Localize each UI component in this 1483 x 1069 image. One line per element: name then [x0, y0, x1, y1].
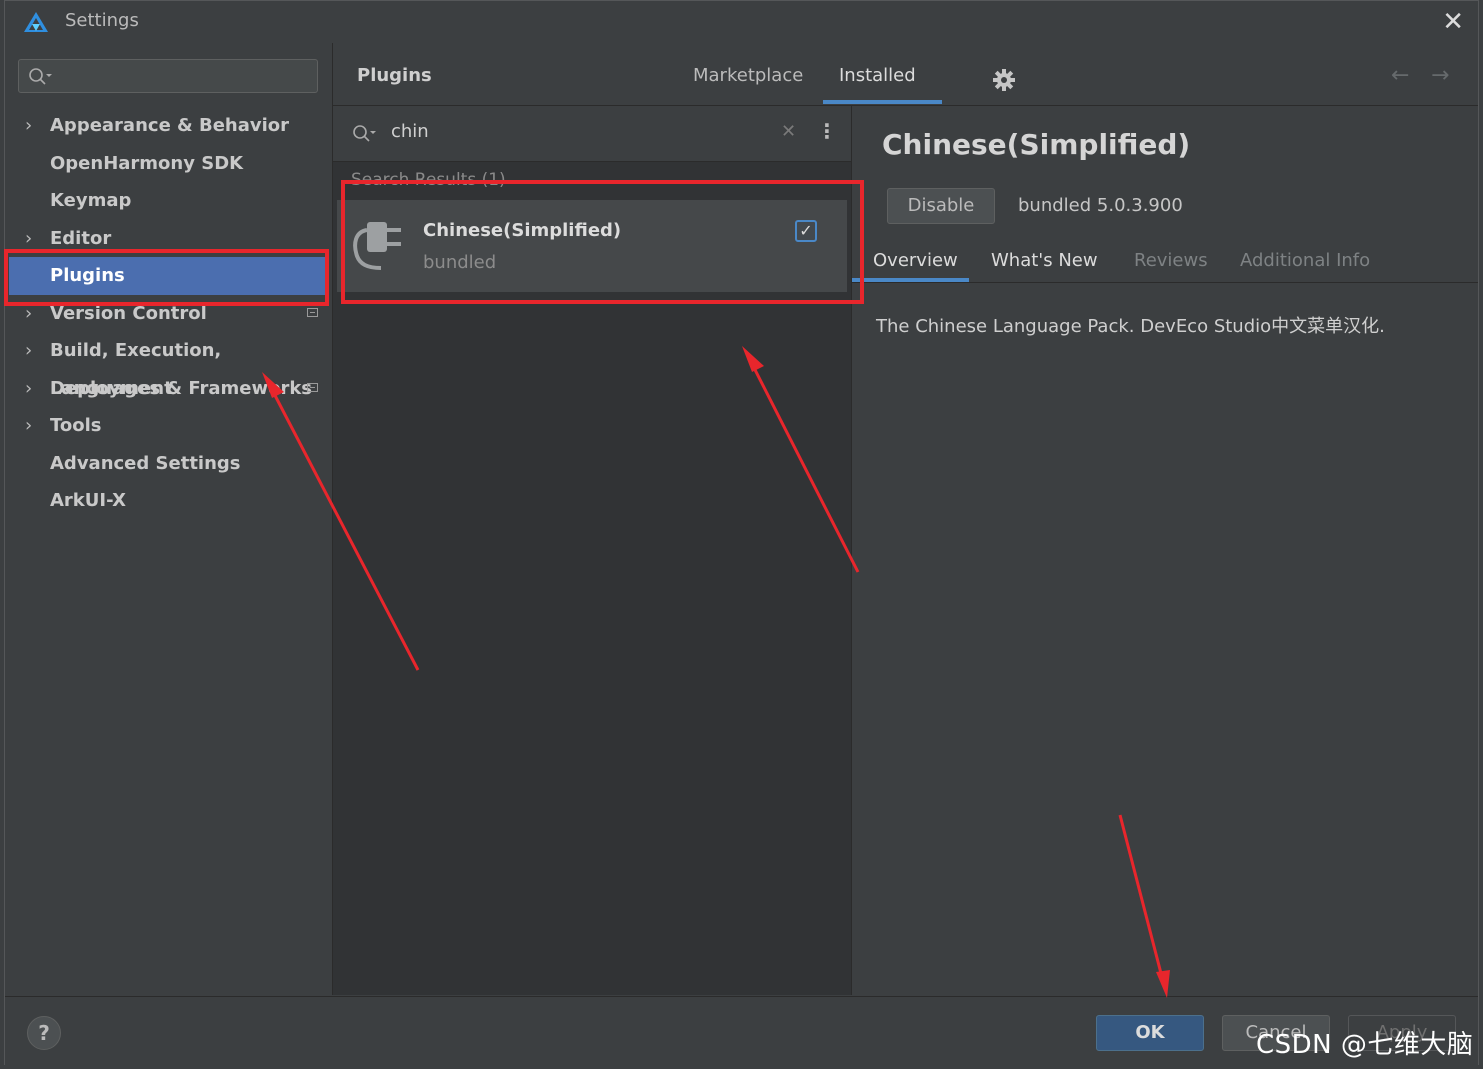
sidebar-item-appearance-behavior[interactable]: › Appearance & Behavior — [5, 107, 332, 145]
plugin-name: Chinese(Simplified) — [423, 220, 622, 241]
tab-overview[interactable]: Overview — [873, 250, 958, 271]
sidebar-item-advanced-settings[interactable]: Advanced Settings — [5, 445, 332, 483]
sidebar-item-keymap[interactable]: Keymap — [5, 182, 332, 220]
sidebar-item-label: Appearance & Behavior — [50, 115, 290, 136]
plugin-list-item[interactable]: Chinese(Simplified) bundled ✓ — [337, 200, 847, 292]
forward-arrow-icon[interactable]: → — [1431, 63, 1449, 88]
plugin-detail-title: Chinese(Simplified) — [882, 128, 1191, 161]
plugin-version: bundled 5.0.3.900 — [1018, 195, 1183, 216]
sidebar-item-languages-frameworks[interactable]: › Languages & Frameworks — [5, 370, 332, 408]
sidebar-item-label: Version Control — [50, 302, 207, 324]
title-bar: Settings ✕ — [5, 1, 1478, 44]
search-icon — [29, 68, 52, 85]
sidebar-item-label: Editor — [50, 227, 112, 249]
divider — [852, 282, 1478, 283]
disable-button[interactable]: Disable — [887, 188, 995, 224]
sidebar-item-label: ArkUI-X — [50, 490, 126, 511]
settings-sidebar: › Appearance & Behavior OpenHarmony SDK Key… — [5, 43, 333, 995]
plugin-subtitle: bundled — [423, 252, 497, 273]
close-icon[interactable]: ✕ — [1442, 7, 1464, 37]
sidebar-item-label: Plugins — [50, 265, 125, 286]
chevron-right-icon[interactable]: › — [25, 220, 32, 258]
sidebar-item-version-control[interactable]: › Version Control — [5, 295, 332, 333]
tab-installed[interactable]: Installed — [839, 65, 916, 86]
tab-whats-new[interactable]: What's New — [991, 250, 1098, 271]
ok-button[interactable]: OK — [1096, 1015, 1204, 1051]
tab-additional-info[interactable]: Additional Info — [1240, 250, 1370, 271]
search-icon — [353, 125, 376, 142]
chevron-right-icon[interactable]: › — [25, 295, 32, 333]
more-options-icon[interactable]: ⋮ — [817, 119, 837, 143]
app-logo-icon — [24, 12, 48, 32]
chevron-right-icon[interactable]: › — [25, 107, 32, 145]
sidebar-item-label: Advanced Settings — [50, 452, 241, 474]
project-level-icon — [307, 382, 318, 392]
sidebar-item-label: Tools — [50, 415, 102, 436]
page-title: Plugins — [357, 65, 432, 86]
plugin-list-panel: chin ✕ ⋮ Search Results (1) Chinese(Simp… — [333, 106, 852, 995]
search-query: chin — [391, 121, 429, 142]
sidebar-item-label: Languages & Frameworks — [50, 377, 313, 399]
plug-icon — [353, 222, 401, 270]
sidebar-item-build-execution-deployment[interactable]: › Build, Execution, Deployment — [5, 332, 332, 399]
clear-search-icon[interactable]: ✕ — [781, 121, 796, 142]
sidebar-item-label: Keymap — [50, 190, 132, 211]
sidebar-item-openharmony-sdk[interactable]: OpenHarmony SDK — [5, 145, 332, 183]
settings-dialog: Settings ✕ › Appearance & Behavior OpenHar… — [4, 0, 1479, 1067]
checkbox-check-icon: ✓ — [799, 221, 813, 240]
plugins-header: Plugins Marketplace Installed ← → — [333, 43, 1478, 106]
tab-reviews[interactable]: Reviews — [1134, 250, 1208, 271]
plugin-description: The Chinese Language Pack. DevEco Studio… — [876, 316, 1385, 337]
plugin-enabled-checkbox[interactable]: ✓ — [795, 220, 817, 242]
chevron-right-icon[interactable]: › — [25, 407, 32, 445]
sidebar-item-tools[interactable]: › Tools — [5, 407, 332, 445]
project-level-icon — [307, 307, 318, 317]
sidebar-item-arkui-x[interactable]: ArkUI-X — [5, 482, 332, 520]
sidebar-item-editor[interactable]: › Editor — [5, 220, 332, 258]
tab-installed-indicator — [823, 100, 942, 104]
tab-marketplace[interactable]: Marketplace — [693, 65, 803, 86]
help-icon[interactable]: ? — [27, 1016, 61, 1050]
sidebar-item-label: OpenHarmony SDK — [50, 152, 244, 174]
window-title: Settings — [65, 10, 139, 31]
sidebar-item-plugins[interactable]: Plugins — [9, 257, 328, 295]
plugin-detail-panel: Chinese(Simplified) Disable bundled 5.0.… — [852, 106, 1478, 995]
plugin-search-input[interactable]: chin ✕ ⋮ — [333, 106, 851, 162]
search-results-label: Search Results (1) — [351, 170, 506, 190]
plugins-page: Plugins Marketplace Installed ← → chin ✕… — [333, 43, 1478, 995]
settings-search-input[interactable] — [18, 59, 318, 93]
chevron-right-icon[interactable]: › — [25, 332, 32, 370]
gear-icon[interactable] — [993, 69, 1015, 91]
watermark: CSDN @七维大脑 — [1256, 1030, 1474, 1060]
chevron-right-icon[interactable]: › — [25, 370, 32, 408]
back-arrow-icon[interactable]: ← — [1391, 63, 1409, 88]
settings-tree: › Appearance & Behavior OpenHarmony SDK Key… — [5, 107, 332, 520]
